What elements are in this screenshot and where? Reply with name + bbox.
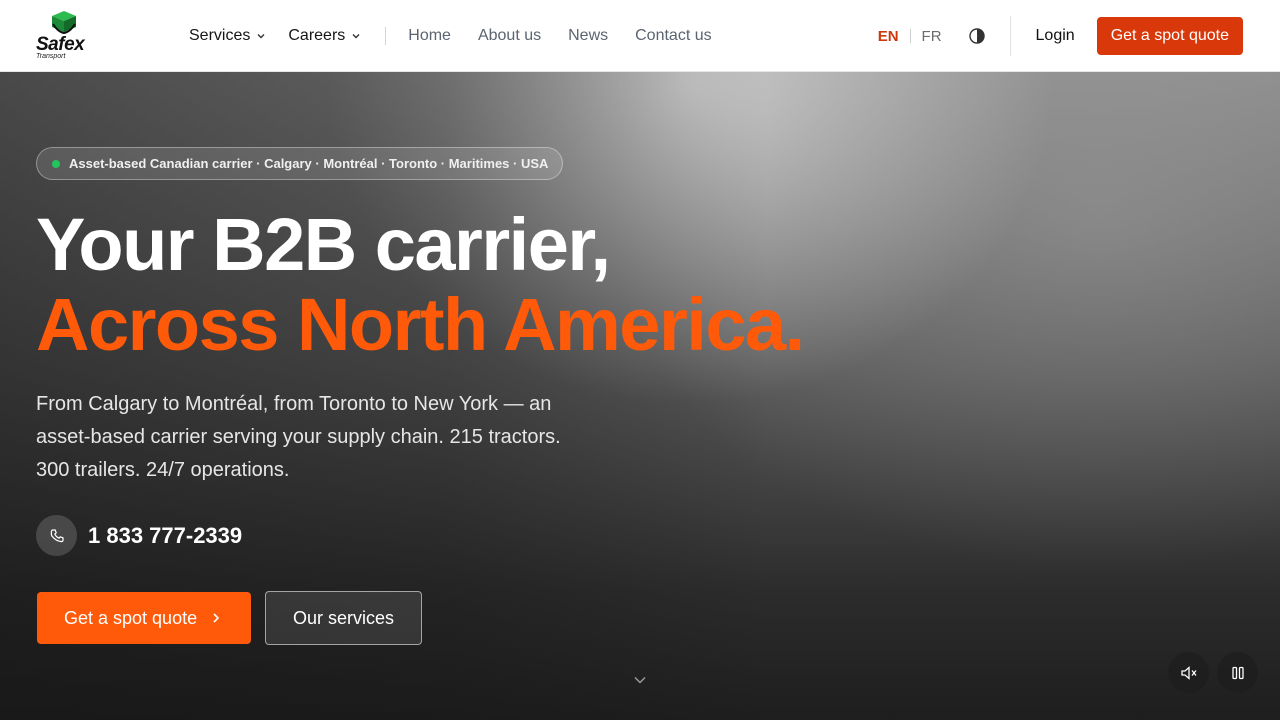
nav-link-about[interactable]: About us	[478, 27, 541, 45]
hero-title-line2: Across North America.	[36, 283, 805, 366]
header-quote-button[interactable]: Get a spot quote	[1096, 17, 1243, 55]
chevron-down-icon	[256, 31, 266, 41]
hero-title-line1: Your B2B carrier,	[36, 203, 611, 286]
header-divider	[1009, 16, 1011, 56]
hero-badge-text: Asset-based Canadian carrier · Calgary ·…	[69, 156, 549, 171]
nav-dropdown-services[interactable]: Services	[189, 27, 266, 45]
volume-mute-icon	[1180, 665, 1197, 680]
brand-tagline: Transport	[36, 53, 66, 60]
hero-lead: From Calgary to Montréal, from Toronto t…	[36, 393, 561, 481]
hero-phone[interactable]: 1 833 777-2339	[36, 515, 242, 556]
nav-link-home[interactable]: Home	[408, 27, 451, 45]
nav-link-news[interactable]: News	[568, 27, 608, 45]
hero-services-button[interactable]: Our services	[265, 591, 422, 645]
cube-logo-icon	[52, 11, 76, 34]
pause-icon	[1231, 666, 1244, 679]
hero-section: Asset-based Canadian carrier · Calgary ·…	[0, 72, 1280, 720]
scroll-down-chevron-icon[interactable]	[632, 672, 648, 688]
main-nav: Services Careers Home About us News Cont…	[189, 0, 712, 72]
language-en[interactable]: EN	[878, 28, 899, 45]
nav-dropdown-careers[interactable]: Careers	[288, 27, 361, 45]
nav-divider	[385, 27, 387, 45]
phone-icon	[36, 515, 77, 556]
language-fr[interactable]: FR	[922, 28, 942, 45]
nav-link-contact[interactable]: Contact us	[635, 27, 711, 45]
brand-logo[interactable]: Safex Transport	[34, 10, 94, 62]
header-actions: EN FR Login Get a spot quote	[878, 0, 1243, 72]
login-link[interactable]: Login	[1036, 27, 1075, 45]
hero-quote-label: Get a spot quote	[64, 607, 198, 628]
site-header: Safex Transport Services Careers Home Ab…	[0, 0, 1280, 72]
language-divider	[909, 29, 911, 43]
chevron-down-icon	[351, 31, 361, 41]
hero-badge: Asset-based Canadian carrier · Calgary ·…	[36, 147, 564, 180]
theme-toggle-icon[interactable]	[968, 27, 986, 45]
nav-dropdown-label: Careers	[288, 27, 346, 44]
pause-button[interactable]	[1217, 652, 1258, 693]
hero-quote-button[interactable]: Get a spot quote	[37, 592, 251, 644]
mute-button[interactable]	[1168, 652, 1209, 693]
chevron-right-icon	[211, 612, 221, 624]
phone-number: 1 833 777-2339	[88, 522, 243, 548]
nav-dropdown-label: Services	[189, 27, 251, 44]
status-dot-icon	[52, 160, 60, 168]
